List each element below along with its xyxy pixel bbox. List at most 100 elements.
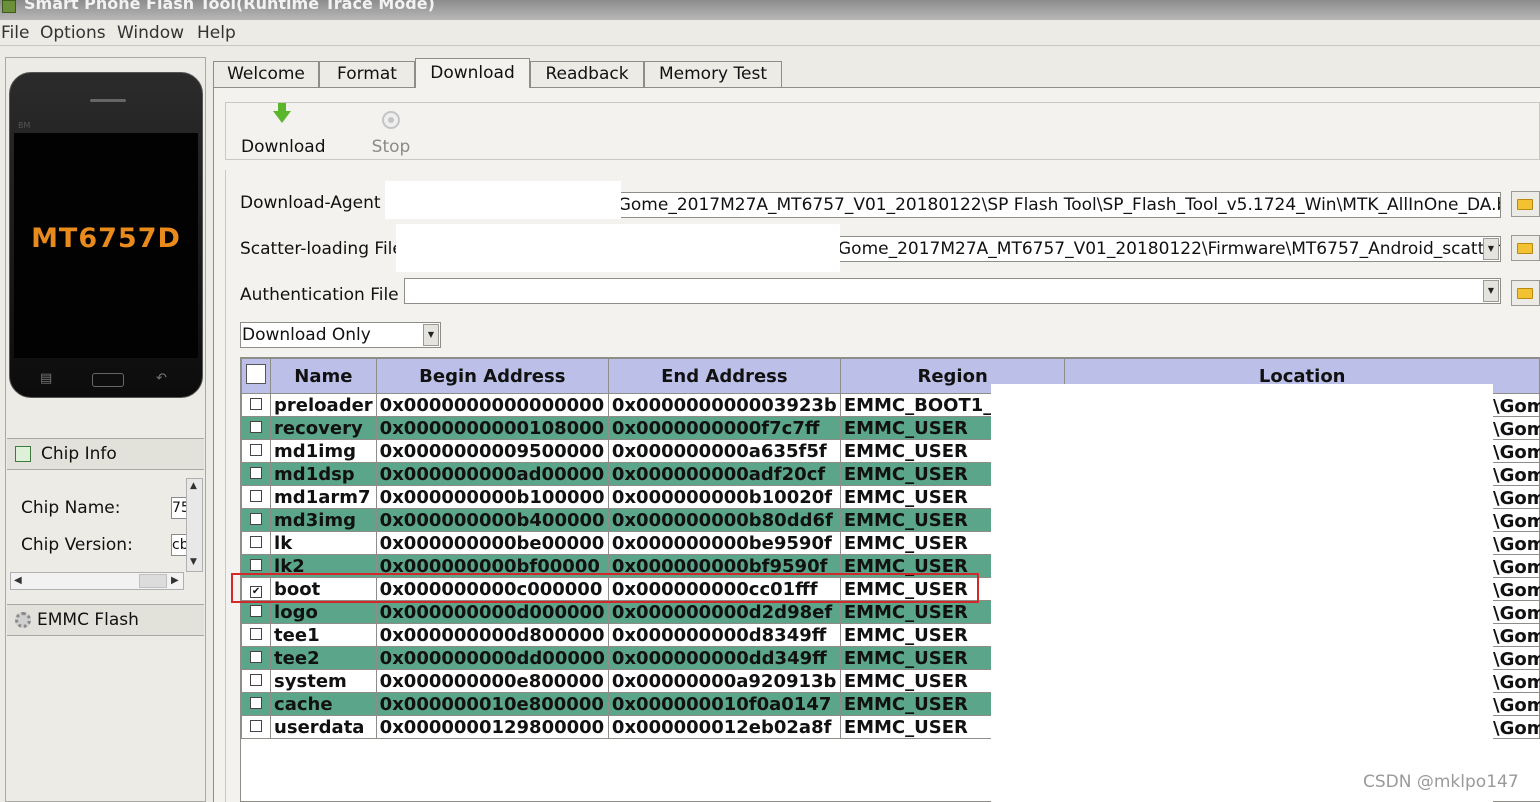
gear-icon — [15, 612, 31, 628]
location-suffix: \Gom — [1493, 672, 1540, 693]
tab-download[interactable]: Download — [415, 58, 530, 88]
folder-icon — [1517, 199, 1533, 210]
chip-info-horizontal-scrollbar[interactable]: ◀ ▶ — [10, 572, 184, 590]
row-checkbox[interactable] — [250, 536, 263, 548]
location-suffix: \Gom — [1493, 465, 1540, 486]
menu-file[interactable]: File — [1, 23, 29, 43]
scatter-loading-browse-button[interactable] — [1511, 235, 1540, 261]
title-bar: Smart Phone Flash Tool(Runtime Trace Mod… — [0, 0, 1540, 20]
scroll-right-icon[interactable]: ▶ — [171, 575, 179, 586]
row-checkbox-cell[interactable] — [241, 485, 272, 509]
partition-name-cell: tee1 — [270, 623, 377, 647]
authentication-file-field[interactable]: ▼ — [404, 278, 1501, 304]
tab-memory-test[interactable]: Memory Test — [644, 61, 782, 87]
row-checkbox-cell[interactable] — [241, 439, 272, 463]
scroll-left-icon[interactable]: ◀ — [14, 575, 22, 586]
tab-readback[interactable]: Readback — [530, 61, 644, 87]
scatter-loading-value: Gome_2017M27A_MT6757_V01_20180122\Firmwa… — [838, 239, 1501, 259]
row-checkbox[interactable] — [250, 697, 263, 709]
row-checkbox[interactable] — [250, 720, 263, 732]
location-suffix: \Gom — [1493, 396, 1540, 417]
begin-address-cell: 0x0000000129800000 — [375, 715, 609, 739]
tab-welcome[interactable]: Welcome — [213, 61, 319, 87]
chevron-down-icon[interactable]: ▼ — [1483, 238, 1499, 260]
row-checkbox-cell[interactable] — [241, 508, 272, 532]
row-checkbox[interactable] — [250, 559, 263, 571]
toolbar: Download Stop — [225, 102, 1540, 160]
row-checkbox-cell[interactable] — [241, 416, 272, 440]
row-checkbox[interactable] — [250, 651, 263, 663]
chip-info-vertical-scrollbar[interactable]: ▲ ▼ — [186, 478, 203, 572]
partition-name-cell: md1arm7 — [270, 485, 377, 509]
redacted-path-prefix — [385, 181, 621, 219]
location-suffix: \Gom — [1493, 626, 1540, 647]
window-title: Smart Phone Flash Tool(Runtime Trace Mod… — [24, 0, 435, 13]
column-begin-address[interactable]: Begin Address — [375, 358, 609, 394]
menu-key-icon: ▤ — [40, 371, 53, 386]
partition-name-cell: md1img — [270, 439, 377, 463]
scroll-up-icon[interactable]: ▲ — [190, 481, 197, 491]
partition-name-cell: cache — [270, 692, 377, 716]
begin-address-cell: 0x000000000dd00000 — [375, 646, 609, 670]
row-checkbox-cell[interactable] — [241, 462, 272, 486]
scroll-thumb[interactable] — [139, 574, 167, 588]
row-checkbox-cell[interactable] — [241, 531, 272, 555]
phone-softkeys: ▤ ↶ — [10, 371, 204, 391]
begin-address-cell: 0x000000000ad00000 — [375, 462, 609, 486]
location-suffix: \Gom — [1493, 419, 1540, 440]
select-all-checkbox[interactable] — [246, 363, 267, 384]
location-suffix: \Gom — [1493, 718, 1540, 739]
begin-address-cell: 0x000000000b400000 — [375, 508, 609, 532]
phone-brand-mark: BM — [18, 121, 31, 130]
download-mode-value: Download Only — [242, 325, 371, 345]
chevron-down-icon[interactable]: ▼ — [423, 324, 439, 346]
column-name[interactable]: Name — [270, 358, 377, 394]
column-end-address[interactable]: End Address — [607, 358, 841, 394]
end-address-cell: 0x000000000a635f5f — [607, 439, 841, 463]
redacted-location-area — [991, 384, 1493, 802]
download-agent-label: Download-Agent — [240, 193, 381, 213]
download-mode-select[interactable]: Download Only ▼ — [240, 322, 441, 348]
scroll-down-icon[interactable]: ▼ — [190, 557, 197, 567]
location-suffix: \Gom — [1493, 695, 1540, 716]
menu-window[interactable]: Window — [117, 23, 184, 43]
row-checkbox[interactable] — [250, 421, 263, 433]
row-checkbox[interactable] — [250, 605, 263, 617]
download-agent-value: \Gome_2017M27A_MT6757_V01_20180122\SP Fl… — [612, 195, 1501, 215]
row-checkbox[interactable] — [250, 398, 263, 410]
redacted-path-prefix — [396, 224, 840, 272]
row-checkbox[interactable] — [250, 490, 263, 502]
end-address-cell: 0x000000000d2d98ef — [607, 600, 841, 624]
select-all-header[interactable] — [241, 358, 272, 394]
phone-screen: MT6757D — [14, 133, 198, 358]
row-checkbox[interactable] — [250, 444, 263, 456]
row-checkbox-cell[interactable] — [241, 669, 272, 693]
authentication-file-label: Authentication File — [240, 285, 399, 305]
row-checkbox-cell[interactable] — [241, 623, 272, 647]
row-checkbox-cell[interactable] — [241, 646, 272, 670]
download-button[interactable]: Download — [241, 103, 326, 157]
stop-button[interactable]: Stop — [351, 107, 431, 157]
menu-help[interactable]: Help — [197, 23, 236, 43]
row-checkbox-cell[interactable] — [241, 715, 272, 739]
row-checkbox[interactable] — [250, 467, 263, 479]
end-address-cell: 0x000000000b10020f — [607, 485, 841, 509]
left-panel: BM MT6757D ▤ ↶ Chip Info Chip Name: 75 C… — [5, 57, 206, 802]
row-checkbox-cell[interactable] — [241, 600, 272, 624]
row-checkbox[interactable] — [250, 674, 263, 686]
tab-format[interactable]: Format — [319, 61, 415, 87]
location-suffix: \Gom — [1493, 649, 1540, 670]
row-checkbox-cell[interactable] — [241, 393, 272, 417]
chip-info-header[interactable]: Chip Info — [7, 438, 204, 470]
download-agent-browse-button[interactable] — [1511, 191, 1540, 217]
emmc-flash-header[interactable]: EMMC Flash — [7, 604, 204, 636]
end-address-cell: 0x000000000be9590f — [607, 531, 841, 555]
authentication-file-browse-button[interactable] — [1511, 280, 1540, 306]
phone-speaker — [90, 99, 126, 102]
menu-options[interactable]: Options — [40, 23, 106, 43]
end-address-cell: 0x000000000b80dd6f — [607, 508, 841, 532]
row-checkbox-cell[interactable] — [241, 692, 272, 716]
row-checkbox[interactable] — [250, 628, 263, 640]
chevron-down-icon[interactable]: ▼ — [1483, 280, 1499, 302]
row-checkbox[interactable] — [250, 513, 263, 525]
